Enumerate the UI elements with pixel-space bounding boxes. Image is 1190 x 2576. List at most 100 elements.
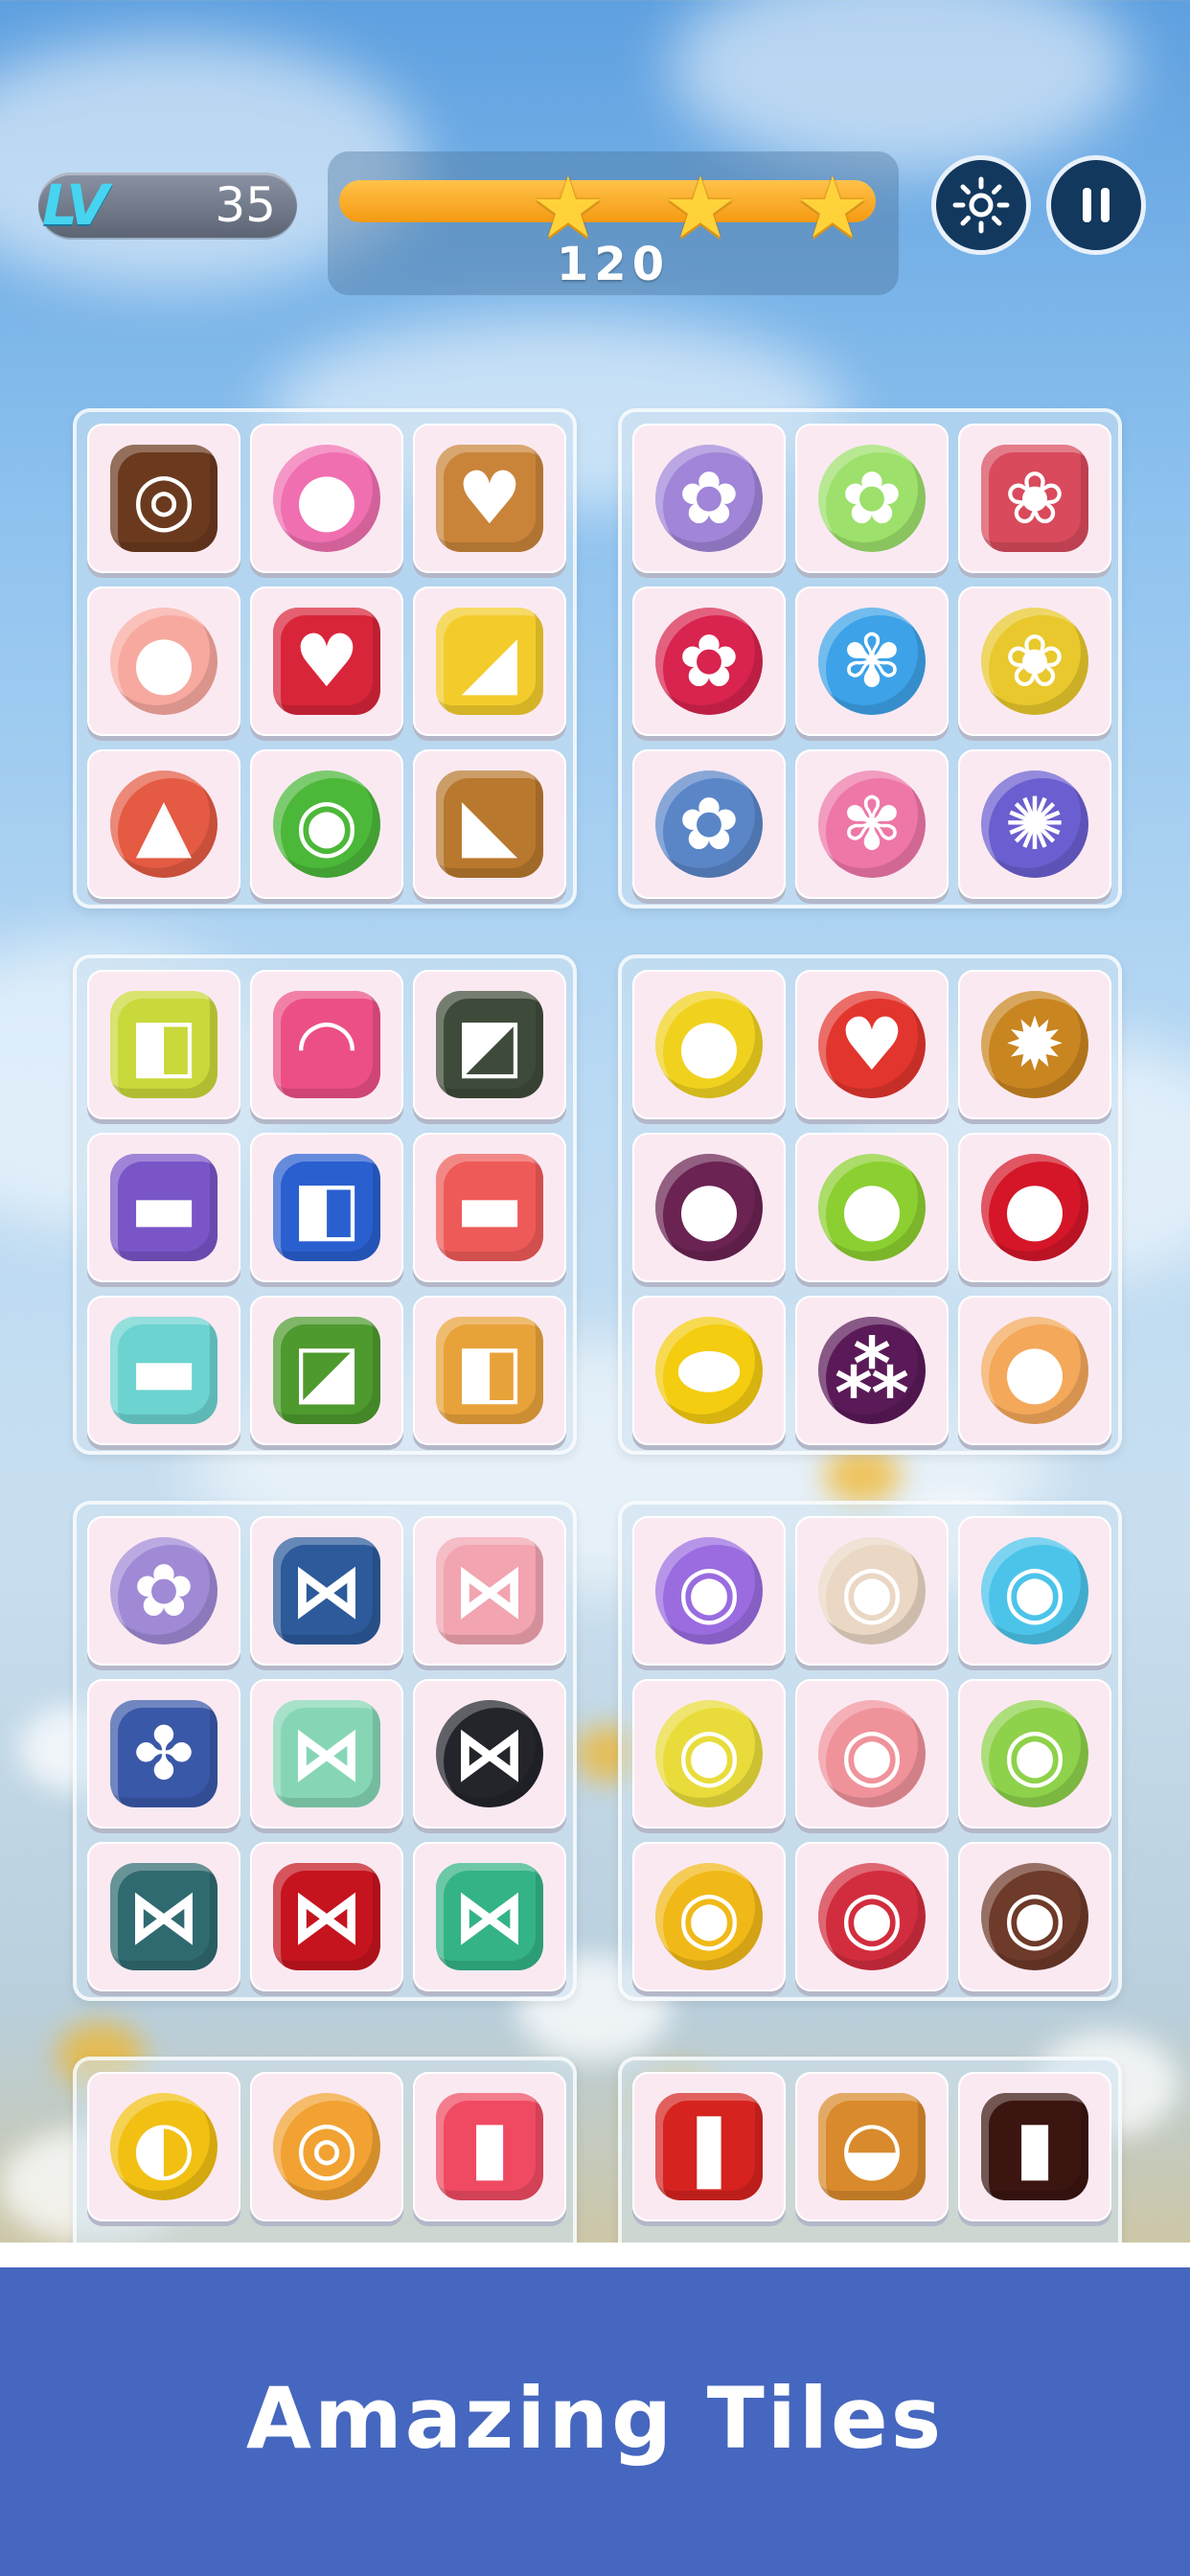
brown-pink-donut-icon: ◉ [981, 1863, 1088, 1970]
tile-lemon[interactable]: ⬬ [632, 1296, 786, 1445]
popsicle-icon: ▮ [436, 2093, 543, 2200]
purple-blue-bow-icon: ✤ [110, 1700, 217, 1807]
star-icon: ★ [662, 158, 739, 257]
tile-swim-ring[interactable]: ◎ [250, 2072, 403, 2221]
tile-black-pearl-bow[interactable]: ⋈ [413, 1679, 566, 1828]
tile-popsicle[interactable]: ▮ [413, 2072, 566, 2221]
peach-icon: ● [981, 1317, 1088, 1424]
macaron-icon: ● [110, 608, 217, 715]
lavender-flower-brooch-icon: ✿ [110, 1537, 217, 1644]
tile-red-bow[interactable]: ⋈ [250, 1842, 403, 1991]
tile-red-rose[interactable]: ✿ [632, 586, 786, 736]
level-prefix: LV [42, 172, 109, 238]
tile-blue-lily[interactable]: ✾ [795, 586, 949, 736]
tile-yellow-flowers[interactable]: ❀ [958, 586, 1111, 736]
tile-peach[interactable]: ● [958, 1296, 1111, 1445]
tile-mint-bow[interactable]: ⋈ [250, 1679, 403, 1828]
tile-macaron[interactable]: ● [87, 586, 240, 736]
tile-purple-sofa[interactable]: ▬ [87, 1133, 240, 1282]
tile-group-fruits: ● ♥ ✹ ● ● ● ⬬ ⁂ ● [618, 954, 1122, 1455]
tile-lilac-flower[interactable]: ✿ [632, 424, 786, 573]
blue-rose-icon: ✿ [655, 770, 763, 878]
blackberry-icon: ● [655, 1154, 763, 1261]
tile-red-donut[interactable]: ◉ [795, 1842, 949, 1991]
blue-donut-icon: ◉ [981, 1537, 1088, 1644]
tile-cola-glass[interactable]: ▮ [958, 2072, 1111, 2221]
tile-french-fries[interactable]: ❚ [632, 2072, 786, 2221]
tile-lime[interactable]: ● [795, 1133, 949, 1282]
tile-chocolate-yellow-donut[interactable]: ◉ [632, 1842, 786, 1991]
tile-green-black-chair[interactable]: ◩ [413, 970, 566, 1119]
tile-navy-bow[interactable]: ⋈ [250, 1516, 403, 1666]
yellow-flowers-icon: ❀ [981, 608, 1088, 715]
star-icon: ★ [794, 158, 871, 257]
tile-pink-bow[interactable]: ⋈ [413, 1516, 566, 1666]
navy-bow-icon: ⋈ [273, 1537, 380, 1644]
tile-pink-curved-sofa[interactable]: ◠ [250, 970, 403, 1119]
settings-button[interactable] [931, 155, 1031, 255]
tile-green-charm-bow[interactable]: ⋈ [413, 1842, 566, 1991]
heart-candy-box-icon: ♥ [273, 608, 380, 715]
tile-rainbow-cake-slice[interactable]: ▲ [87, 749, 240, 899]
green-sprinkle-donut-icon: ◉ [981, 1700, 1088, 1807]
tile-group-desserts: ◎ ● ♥ ● ♥ ◢ ▲ ◉ ◣ [73, 408, 577, 908]
purple-donut-icon: ◉ [655, 1537, 763, 1644]
tile-brown-pink-donut[interactable]: ◉ [958, 1842, 1111, 1991]
tile-plum-blossom[interactable]: ❀ [958, 424, 1111, 573]
strawberry-icon: ♥ [818, 991, 926, 1098]
green-black-chair-icon: ◩ [436, 991, 543, 1098]
tile-heart-candy-box[interactable]: ♥ [250, 586, 403, 736]
green-rose-icon: ✿ [818, 445, 926, 552]
tile-lavender-flower-brooch[interactable]: ✿ [87, 1516, 240, 1666]
tile-green-sprinkle-donut[interactable]: ◉ [958, 1679, 1111, 1828]
tile-purple-flower[interactable]: ✺ [958, 749, 1111, 899]
tile-white-sprinkle-donut[interactable]: ◉ [795, 1516, 949, 1666]
tile-green-corner-sofa[interactable]: ◪ [250, 1296, 403, 1445]
tile-swiss-roll[interactable]: ◎ [87, 424, 240, 573]
tile-pie-slice[interactable]: ◣ [413, 749, 566, 899]
grapes-icon: ⁂ [818, 1317, 926, 1424]
red-donut-icon: ◉ [818, 1863, 926, 1970]
tile-volleyball[interactable]: ◐ [87, 2072, 240, 2221]
tile-pear[interactable]: ● [632, 970, 786, 1119]
tile-grapes[interactable]: ⁂ [795, 1296, 949, 1445]
tile-cheese-wedge[interactable]: ◢ [413, 586, 566, 736]
rainbow-cake-slice-icon: ▲ [110, 770, 217, 878]
tile-teal-bow[interactable]: ⋈ [87, 1842, 240, 1991]
pink-curved-sofa-icon: ◠ [273, 991, 380, 1098]
level-indicator: LV 35 [38, 172, 297, 238]
tile-purple-donut[interactable]: ◉ [632, 1516, 786, 1666]
tile-heart-tart[interactable]: ♥ [413, 424, 566, 573]
tile-green-rose[interactable]: ✿ [795, 424, 949, 573]
green-corner-sofa-icon: ◪ [273, 1317, 380, 1424]
progress-track: ★ ★ ★ [339, 166, 876, 250]
burger-icon: ◒ [818, 2093, 926, 2200]
tile-blue-rose[interactable]: ✿ [632, 749, 786, 899]
tile-durian[interactable]: ✹ [958, 970, 1111, 1119]
score-progress-panel: ★ ★ ★ 120 [328, 151, 899, 295]
tile-red-sofa[interactable]: ▬ [413, 1133, 566, 1282]
tile-yellow-armchair[interactable]: ◧ [87, 970, 240, 1119]
tile-pink-lotus[interactable]: ✾ [795, 749, 949, 899]
gear-icon [952, 176, 1010, 234]
tile-blue-armchair[interactable]: ◧ [250, 1133, 403, 1282]
tile-orange-armchair[interactable]: ◧ [413, 1296, 566, 1445]
tile-burger[interactable]: ◒ [795, 2072, 949, 2221]
tile-cherries[interactable]: ● [958, 1133, 1111, 1282]
tile-group-sofas: ◧ ◠ ◩ ▬ ◧ ▬ ▬ ◪ ◧ [73, 954, 577, 1455]
tile-cherry-cake[interactable]: ● [250, 424, 403, 573]
pause-button[interactable] [1046, 155, 1146, 255]
tile-strawberry[interactable]: ♥ [795, 970, 949, 1119]
cola-glass-icon: ▮ [981, 2093, 1088, 2200]
tile-teal-sofa[interactable]: ▬ [87, 1296, 240, 1445]
green-charm-bow-icon: ⋈ [436, 1863, 543, 1970]
tile-green-donut[interactable]: ◉ [250, 749, 403, 899]
swim-ring-icon: ◎ [273, 2093, 380, 2200]
tile-purple-blue-bow[interactable]: ✤ [87, 1679, 240, 1828]
tile-blue-donut[interactable]: ◉ [958, 1516, 1111, 1666]
tile-pink-donut[interactable]: ◉ [795, 1679, 949, 1828]
tile-blackberry[interactable]: ● [632, 1133, 786, 1282]
heart-tart-icon: ♥ [436, 445, 543, 552]
tile-yellow-donut[interactable]: ◉ [632, 1679, 786, 1828]
pie-slice-icon: ◣ [436, 770, 543, 878]
